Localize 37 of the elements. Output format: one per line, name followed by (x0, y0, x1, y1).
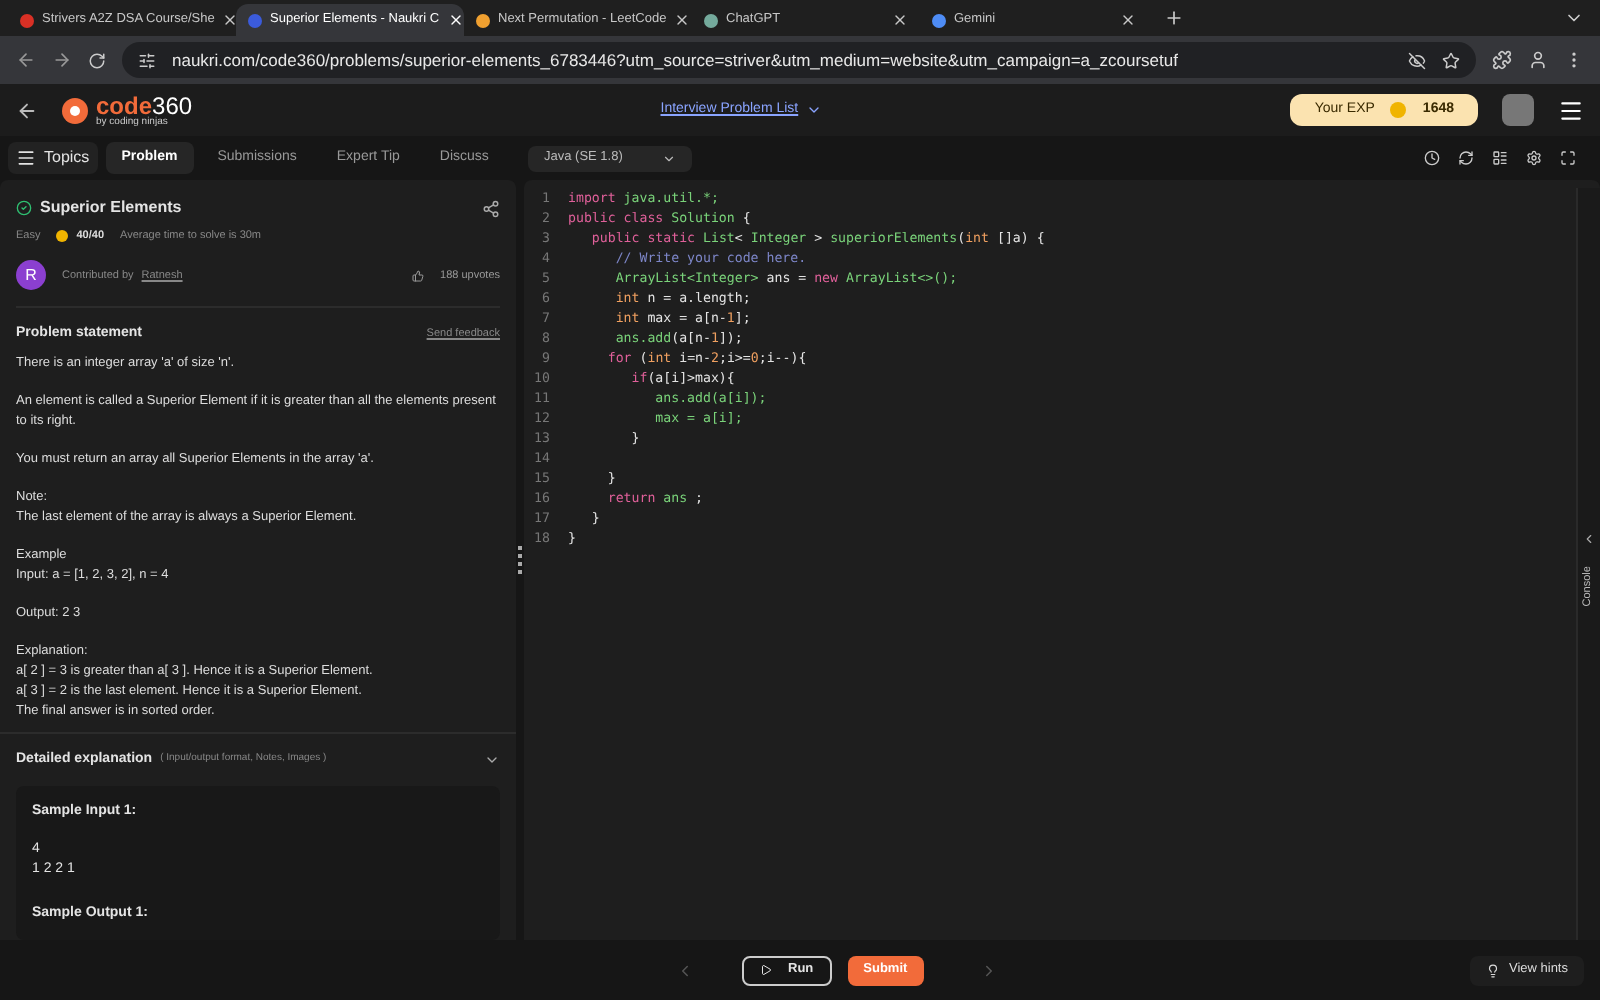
eye-off-icon[interactable] (1408, 51, 1426, 69)
menu-icon[interactable] (1558, 97, 1584, 123)
timer-icon[interactable] (1424, 150, 1440, 166)
chevron-down-icon (662, 151, 677, 165)
fullscreen-icon[interactable] (1560, 150, 1576, 166)
menu-icon (16, 148, 36, 168)
address-bar[interactable]: naukri.com/code360/problems/superior-elements_6783446?utm_source=striver&utm_medium=website&utm_campaign=a_zcoursetuf (122, 42, 1476, 78)
close-icon[interactable] (1120, 12, 1136, 28)
bookmark-icon[interactable] (1442, 51, 1460, 69)
coin-icon (56, 230, 69, 243)
chevron-left-icon[interactable] (1582, 532, 1596, 547)
site-info-icon[interactable] (138, 51, 156, 69)
extensions-icon[interactable] (1492, 50, 1512, 70)
close-icon[interactable] (222, 12, 239, 28)
share-icon[interactable] (482, 199, 500, 217)
close-icon[interactable] (447, 12, 464, 28)
profile-icon[interactable] (1528, 50, 1548, 70)
upvote-icon[interactable] (412, 269, 425, 282)
lightbulb-icon (1486, 963, 1501, 977)
play-icon (760, 964, 772, 976)
avatar-placeholder[interactable] (1502, 94, 1534, 126)
coin-icon (1390, 102, 1407, 118)
problem-title: Superior Elements (40, 196, 184, 220)
close-icon[interactable] (892, 12, 908, 28)
forward-icon[interactable] (52, 50, 72, 70)
new-tab-icon[interactable] (1164, 8, 1184, 28)
topics-button[interactable]: Topics (8, 142, 98, 174)
url-text: naukri.com/code360/problems/superior-elements_6783446?utm_source=striver&utm_medium=website&utm_campaign=a_zcoursetuf (172, 47, 1180, 73)
settings-icon[interactable] (1526, 150, 1542, 166)
back-icon[interactable] (16, 50, 36, 70)
author-avatar: R (16, 260, 46, 291)
reload-icon[interactable] (88, 51, 106, 69)
reset-icon[interactable] (1458, 150, 1474, 166)
chevron-down-icon[interactable] (806, 102, 823, 118)
back-icon[interactable] (16, 99, 38, 121)
close-icon[interactable] (674, 12, 691, 28)
notes-icon[interactable] (1492, 150, 1508, 166)
